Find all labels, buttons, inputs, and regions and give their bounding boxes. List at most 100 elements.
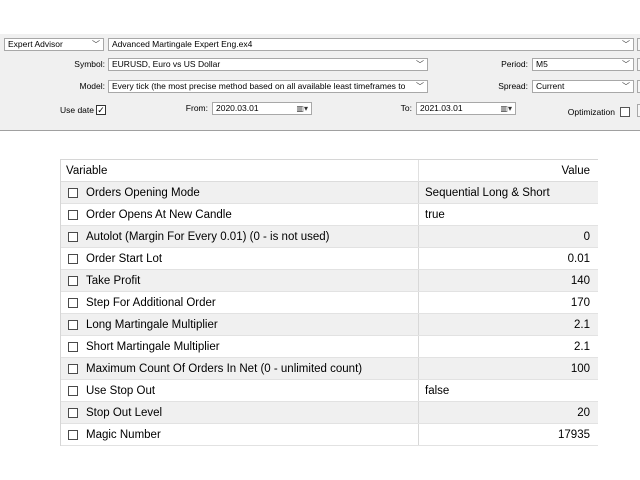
optimization-checkbox[interactable] [620,107,630,117]
variable-value[interactable]: 100 [571,358,590,380]
column-divider [418,226,419,247]
table-row[interactable]: Use Stop Out false [61,380,598,402]
variable-name: Orders Opening Mode [86,187,200,199]
variable-name: Take Profit [86,275,141,287]
from-label: From: [185,103,208,113]
symbol-select[interactable]: EURUSD, Euro vs US Dollar ﹀ [108,58,428,71]
from-date-picker[interactable]: 2020.03.01 ▥▾ [212,102,312,115]
row-checkbox[interactable] [68,386,78,396]
variable-name: Order Opens At New Candle [86,209,232,221]
column-divider [418,380,419,401]
model-value: Every tick (the most precise method base… [112,81,406,91]
table-row[interactable]: Short Martingale Multiplier 2.1 [61,336,598,358]
calendar-dropdown-icon: ▥▾ [296,104,308,113]
row-checkbox[interactable] [68,210,78,220]
symbol-label: Symbol: [74,59,105,69]
row-checkbox[interactable] [68,276,78,286]
table-row[interactable]: Long Martingale Multiplier 2.1 [61,314,598,336]
chevron-down-icon: ﹀ [416,60,424,69]
tester-settings-panel: Expert Advisor ﹀ Advanced Martingale Exp… [0,34,640,131]
variable-value[interactable]: 140 [571,270,590,292]
column-header-variable[interactable]: Variable [66,160,107,182]
variable-name: Stop Out Level [86,407,163,419]
period-value: M5 [536,59,548,69]
table-row[interactable]: Stop Out Level 20 [61,402,598,424]
column-header-value[interactable]: Value [561,160,590,182]
column-divider [418,358,419,379]
column-divider [418,270,419,291]
variable-value[interactable]: 0.01 [568,248,590,270]
column-divider [418,248,419,269]
variable-value[interactable]: 2.1 [574,336,590,358]
column-divider [418,314,419,335]
column-divider [418,292,419,313]
row-checkbox[interactable] [68,320,78,330]
variable-name: Use Stop Out [86,385,156,397]
spread-value: Current [536,81,565,91]
chevron-down-icon: ﹀ [622,40,630,49]
table-row[interactable]: Step For Additional Order 170 [61,292,598,314]
table-row[interactable]: Autolot (Margin For Every 0.01) (0 - is … [61,226,598,248]
variable-value[interactable]: false [425,380,449,402]
variable-name: Maximum Count Of Orders In Net (0 - unli… [86,363,363,375]
table-row[interactable]: Order Start Lot 0.01 [61,248,598,270]
inputs-table: Variable Value Orders Opening Mode Sequen… [60,159,598,446]
variable-name: Order Start Lot [86,253,163,265]
table-row[interactable]: Maximum Count Of Orders In Net (0 - unli… [61,358,598,380]
variable-value[interactable]: 17935 [558,424,590,446]
variable-value[interactable]: 2.1 [574,314,590,336]
calendar-dropdown-icon: ▥▾ [500,104,512,113]
variable-value[interactable]: 170 [571,292,590,314]
variable-name: Step For Additional Order [86,297,216,309]
column-divider [418,160,419,182]
expert-type-select[interactable]: Expert Advisor ﹀ [4,38,104,51]
variable-name: Short Martingale Multiplier [86,341,220,353]
variable-name: Autolot (Margin For Every 0.01) (0 - is … [86,231,330,243]
row-checkbox[interactable] [68,342,78,352]
row-checkbox[interactable] [68,430,78,440]
use-date-checkbox[interactable]: ✓ [96,105,106,115]
variable-value[interactable]: 0 [584,226,590,248]
symbol-value: EURUSD, Euro vs US Dollar [112,59,221,69]
column-divider [418,402,419,423]
table-row[interactable]: Take Profit 140 [61,270,598,292]
to-date-value: 2021.03.01 [420,103,463,113]
spread-label: Spread: [498,81,528,91]
row-checkbox[interactable] [68,188,78,198]
chevron-down-icon: ﹀ [416,82,424,91]
variable-name: Long Martingale Multiplier [86,319,218,331]
column-divider [418,424,419,445]
to-date-picker[interactable]: 2021.03.01 ▥▾ [416,102,516,115]
column-divider [418,336,419,357]
table-row[interactable]: Orders Opening Mode Sequential Long & Sho… [61,182,598,204]
spread-select[interactable]: Current ﹀ [532,80,634,93]
table-row[interactable]: Order Opens At New Candle true [61,204,598,226]
to-label: To: [400,103,412,113]
variable-value[interactable]: 20 [577,402,590,424]
column-divider [418,204,419,225]
model-label: Model: [79,81,105,91]
period-select[interactable]: M5 ﹀ [532,58,634,71]
chevron-down-icon: ﹀ [622,82,630,91]
row-checkbox[interactable] [68,364,78,374]
row-checkbox[interactable] [68,254,78,264]
expert-file-value: Advanced Martingale Expert Eng.ex4 [112,39,253,49]
row-checkbox[interactable] [68,408,78,418]
period-label: Period: [501,59,528,69]
column-divider [418,182,419,203]
variable-value[interactable]: Sequential Long & Short [425,182,550,204]
from-date-value: 2020.03.01 [216,103,259,113]
row-checkbox[interactable] [68,298,78,308]
variable-value[interactable]: true [425,204,445,226]
model-select[interactable]: Every tick (the most precise method base… [108,80,428,93]
expert-file-select[interactable]: Advanced Martingale Expert Eng.ex4 ﹀ [108,38,634,51]
chevron-down-icon: ﹀ [92,40,100,49]
chevron-down-icon: ﹀ [622,60,630,69]
use-date-label: Use date [59,105,94,115]
expert-type-value: Expert Advisor [8,39,63,49]
optimization-label: Optimization [567,107,615,117]
row-checkbox[interactable] [68,232,78,242]
variable-name: Magic Number [86,429,161,441]
table-header: Variable Value [61,160,598,182]
table-row[interactable]: Magic Number 17935 [61,424,598,446]
